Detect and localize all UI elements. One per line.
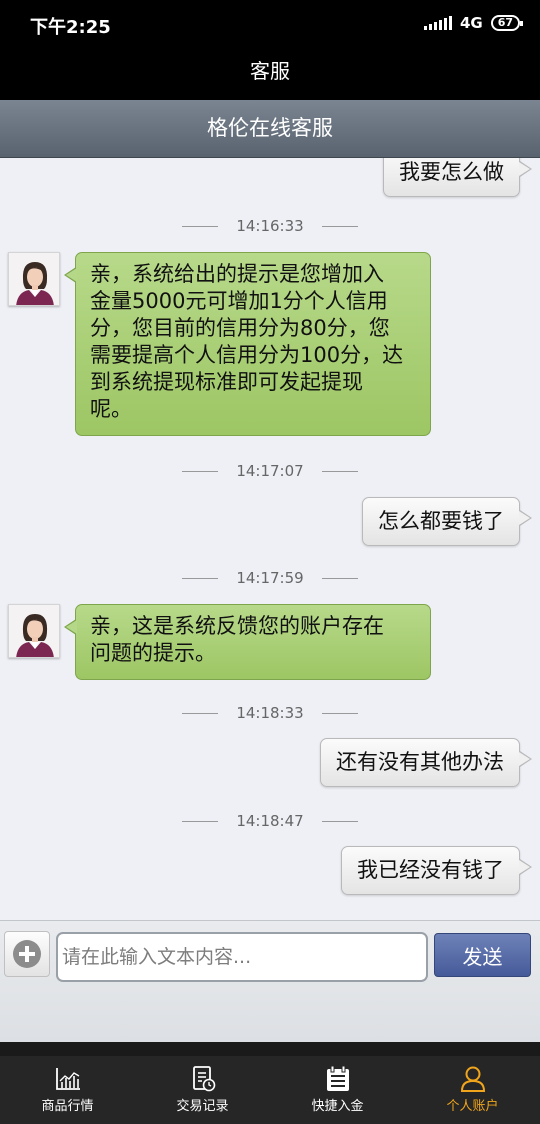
message-input-bar: 发送 [0,920,540,1042]
message-line: 需要提高个人信用分为100分，达 [90,343,404,367]
user-icon [460,1066,485,1092]
message-timestamp: 14:18:33 [0,704,540,722]
battery-level: 67 [497,16,513,29]
calendar-icon [326,1066,349,1091]
tab-label: 商品行情 [41,1099,94,1114]
tab-trade-records[interactable]: 交易记录 [135,1056,270,1124]
chat-header-title: 格伦在线客服 [0,100,540,158]
message-line: 到系统提现标准即可发起提现 [90,370,363,394]
message-timestamp: 14:18:47 [0,812,540,830]
message-line: 金量5000元可增加1分个人信用 [90,289,388,313]
signal-icon [423,16,452,30]
agent-message[interactable]: 亲，这是系统反馈您的账户存在 问题的提示。 [64,604,431,680]
network-label: 4G [459,14,483,32]
status-right: 4G 67 [423,14,524,32]
message-line: 分，您目前的信用分为80分，您 [90,316,390,340]
message-timestamp: 14:17:07 [0,462,540,480]
message-line: 亲，系统给出的提示是您增加入 [90,262,384,286]
status-bar: 下午2:25 4G 67 [0,0,540,48]
agent-avatar [8,604,60,658]
plus-icon [13,940,41,968]
tab-quick-deposit[interactable]: 快捷入金 [270,1056,405,1124]
tab-label: 个人账户 [446,1099,499,1114]
message-line: 问题的提示。 [90,641,216,665]
add-attachment-button[interactable] [4,931,50,977]
tab-label: 交易记录 [176,1099,229,1114]
user-message[interactable]: 我已经没有钱了 [341,846,532,895]
battery-icon: 67 [490,15,524,31]
status-time: 下午2:25 [30,17,111,38]
record-icon [192,1066,215,1092]
message-line: 呢。 [90,397,132,421]
chart-icon [55,1068,80,1090]
bottom-tab-bar: 商品行情 交易记录 快捷入金 个人账户 [0,1056,540,1124]
tab-label: 快捷入金 [311,1099,364,1114]
app-title: 客服 [0,48,540,100]
tab-personal-account[interactable]: 个人账户 [405,1056,540,1124]
message-input[interactable] [56,932,428,982]
agent-message[interactable]: 亲，系统给出的提示是您增加入 金量5000元可增加1分个人信用 分，您目前的信用… [64,252,431,436]
tab-market[interactable]: 商品行情 [0,1056,135,1124]
user-message[interactable]: 怎么都要钱了 [362,497,532,546]
message-line: 亲，这是系统反馈您的账户存在 [90,614,384,638]
user-message[interactable]: 还有没有其他办法 [320,738,532,787]
message-timestamp: 14:17:59 [0,569,540,587]
agent-avatar [8,252,60,306]
chat-area[interactable]: 我要怎么做 14:16:33 亲，系统给出的提示是您增加入 金量5000元可增加… [0,158,540,920]
message-timestamp: 14:16:33 [0,217,540,235]
send-button[interactable]: 发送 [434,933,531,977]
user-message[interactable]: 我要怎么做 [383,158,532,197]
tabbar-separator [0,1042,540,1056]
